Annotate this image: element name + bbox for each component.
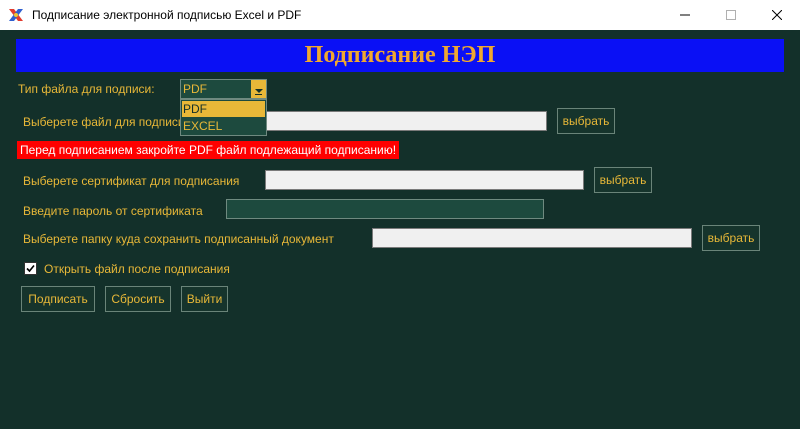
certificate-label: Выберете сертификат для подписания <box>23 174 240 188</box>
file-path-field[interactable] <box>265 111 547 131</box>
exit-button[interactable]: Выйти <box>181 286 228 312</box>
output-folder-label: Выберете папку куда сохранить подписанны… <box>23 232 334 246</box>
maximize-icon <box>726 10 736 20</box>
close-icon <box>772 10 782 20</box>
file-type-option-pdf[interactable]: PDF <box>182 101 265 117</box>
certificate-field[interactable] <box>265 170 584 190</box>
minimize-button[interactable] <box>662 0 708 30</box>
sign-button[interactable]: Подписать <box>21 286 95 312</box>
banner-title: Подписание НЭП <box>304 42 496 68</box>
output-folder-field[interactable] <box>372 228 692 248</box>
file-type-value: PDF <box>183 82 207 96</box>
output-folder-select-button[interactable]: выбрать <box>702 225 760 251</box>
window-title: Подписание электронной подписью Excel и … <box>32 8 302 22</box>
file-select-label: Выберете файл для подписи <box>23 115 185 129</box>
warning-message: Перед подписанием закройте PDF файл подл… <box>17 141 400 159</box>
file-type-combobox[interactable]: PDF <box>180 79 267 99</box>
password-label: Введите пароль от сертификата <box>23 204 203 218</box>
close-button[interactable] <box>754 0 800 30</box>
open-after-checkbox[interactable] <box>24 262 37 275</box>
certificate-select-button[interactable]: выбрать <box>594 167 652 193</box>
file-type-label: Тип файла для подписи: <box>18 82 155 96</box>
reset-button[interactable]: Сбросить <box>105 286 171 312</box>
maximize-button[interactable] <box>708 0 754 30</box>
app-icon <box>9 9 23 21</box>
password-field[interactable] <box>226 199 544 219</box>
checkmark-icon <box>26 264 35 273</box>
minimize-icon <box>680 14 690 16</box>
chevron-down-icon[interactable] <box>251 80 266 98</box>
file-type-dropdown: PDF EXCEL <box>180 99 267 136</box>
file-type-option-excel[interactable]: EXCEL <box>182 118 265 134</box>
file-select-button[interactable]: выбрать <box>557 108 615 134</box>
open-after-label: Открыть файл после подписания <box>44 262 230 276</box>
main-panel: Подписание НЭП Тип файла для подписи: PD… <box>0 30 800 429</box>
title-bar: Подписание электронной подписью Excel и … <box>0 0 800 30</box>
header-banner: Подписание НЭП <box>16 39 784 72</box>
